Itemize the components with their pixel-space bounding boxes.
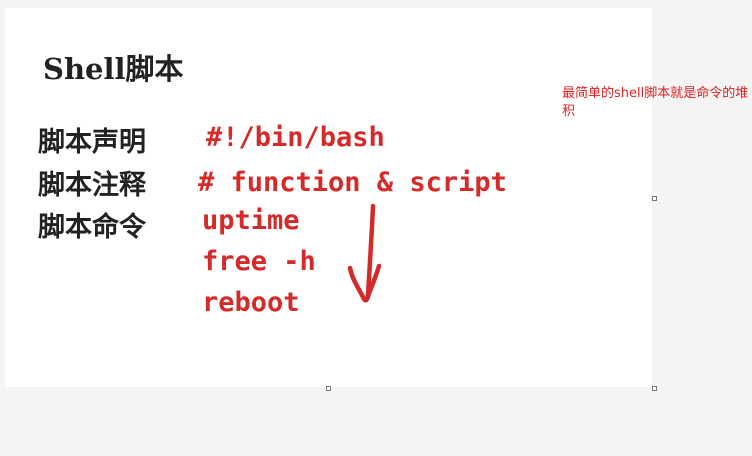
code-comment: # function & script [198,167,507,198]
code-uptime: uptime [202,205,300,236]
code-reboot: reboot [202,287,300,318]
hand-drawn-down-arrow-icon [347,203,382,303]
label-script-declaration: 脚本声明 [38,127,146,158]
resize-handle-icon[interactable] [652,386,657,391]
slide-title: Shell脚本 [43,52,184,86]
resize-handle-icon[interactable] [652,196,657,201]
annotation-note: 最简单的shell脚本就是命令的堆积 [562,86,749,119]
label-script-comment: 脚本注释 [38,170,146,201]
label-script-commands: 脚本命令 [38,212,146,243]
code-free: free -h [202,246,316,277]
code-shebang: #!/bin/bash [206,122,385,153]
resize-handle-icon[interactable] [326,386,331,391]
